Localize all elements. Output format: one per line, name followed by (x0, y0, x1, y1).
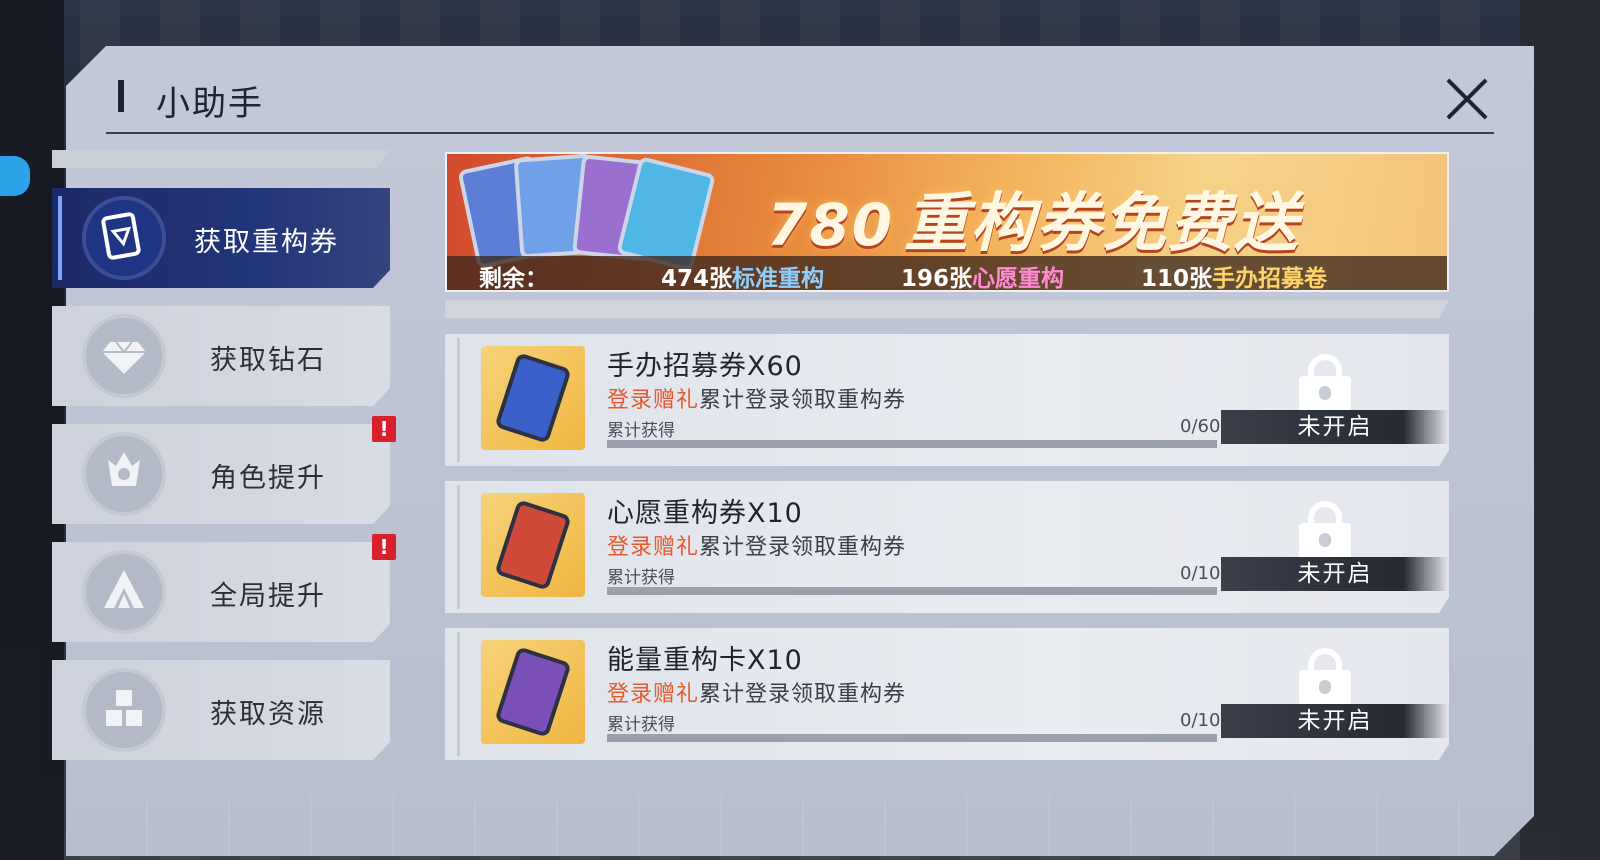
cubes-icon (82, 668, 166, 752)
progress-bar (607, 734, 1217, 742)
list-scroll-stub (445, 300, 1449, 318)
lock-icon (1299, 648, 1351, 706)
character-icon (82, 432, 166, 516)
task-title: 心愿重构券X10 (607, 498, 803, 529)
sidebar-item-get-resources[interactable]: 获取资源 (52, 660, 390, 760)
status-not-open[interactable]: 未开启 (1221, 704, 1449, 738)
row-marker (457, 632, 460, 756)
accumulated-label: 累计获得 (607, 568, 675, 588)
sidebar-item-label: 获取钻石 (210, 345, 326, 376)
notification-badge: ! (372, 416, 396, 442)
sidebar-item-global-upgrade[interactable]: 全局提升 (52, 542, 390, 642)
reward-thumbnail (481, 493, 585, 597)
bottom-circuit-decoration (66, 796, 1534, 856)
remaining-label: 剩余： (479, 266, 548, 292)
progress-bar (607, 440, 1217, 448)
remaining-figure: 110张手办招募卷 (1141, 266, 1328, 292)
mountain-icon (82, 550, 166, 634)
task-row: 手办招募券X60 登录赠礼累计登录领取重构券 累计获得 0/60 未开启 (445, 334, 1449, 466)
status-not-open[interactable]: 未开启 (1221, 557, 1449, 591)
progress-count: 0/10 (1180, 710, 1221, 731)
row-marker (457, 338, 460, 462)
banner-title: 780 重构券免费送 (767, 172, 1300, 264)
sidebar-item-label: 获取重构券 (194, 227, 339, 258)
sidebar-scroll-stub (52, 150, 390, 168)
dialog-header: 小助手 (106, 74, 1494, 134)
reward-card-icon (494, 499, 572, 591)
banner-cards-art (447, 154, 717, 272)
reward-thumbnail (481, 346, 585, 450)
sidebar-item-label: 全局提升 (210, 581, 326, 612)
banner-remaining-strip: 剩余： 474张标准重构 196张心愿重构 110张手办招募卷 (447, 256, 1447, 290)
row-marker (457, 485, 460, 609)
sidebar-item-character-upgrade[interactable]: 角色提升 (52, 424, 390, 524)
dialog-title: 小助手 (156, 84, 264, 124)
reward-thumbnail (481, 640, 585, 744)
lock-icon (1299, 354, 1351, 412)
remaining-standard: 474张标准重构 (661, 266, 825, 292)
progress-count: 0/60 (1180, 416, 1221, 437)
progress-bar (607, 587, 1217, 595)
status-not-open[interactable]: 未开启 (1221, 410, 1449, 444)
task-description: 登录赠礼累计登录领取重构券 (607, 682, 907, 707)
close-icon[interactable] (1440, 74, 1490, 124)
task-description: 登录赠礼累计登录领取重构券 (607, 535, 907, 560)
banner-title-text: 重构券免费送 (904, 187, 1301, 261)
task-row: 能量重构卡X10 登录赠礼累计登录领取重构券 累计获得 0/10 未开启 (445, 628, 1449, 760)
task-title: 能量重构卡X10 (607, 645, 803, 676)
diamond-icon (82, 314, 166, 398)
promo-banner[interactable]: 780 重构券免费送 剩余： 474张标准重构 196张心愿重构 110张手办招募… (445, 152, 1449, 292)
side-pull-tab[interactable] (0, 156, 30, 196)
task-title: 手办招募券X60 (607, 351, 803, 382)
reward-card-icon (494, 646, 572, 738)
sidebar-item-get-tickets[interactable]: 获取重构券 (52, 188, 390, 288)
task-description: 登录赠礼累计登录领取重构券 (607, 388, 907, 413)
remaining-wish: 196张心愿重构 (901, 266, 1065, 292)
banner-number: 780 (767, 191, 895, 259)
notification-badge: ! (372, 534, 396, 560)
sidebar-item-label: 角色提升 (210, 463, 326, 494)
lock-icon (1299, 501, 1351, 559)
reward-card-icon (494, 352, 572, 444)
title-accent-bar (118, 80, 124, 112)
sidebar-item-get-diamonds[interactable]: 获取钻石 (52, 306, 390, 406)
ticket-card-icon (82, 196, 166, 280)
sidebar-item-label: 获取资源 (210, 699, 326, 730)
accumulated-label: 累计获得 (607, 715, 675, 735)
task-row: 心愿重构券X10 登录赠礼累计登录领取重构券 累计获得 0/10 未开启 (445, 481, 1449, 613)
progress-count: 0/10 (1180, 563, 1221, 584)
accumulated-label: 累计获得 (607, 421, 675, 441)
